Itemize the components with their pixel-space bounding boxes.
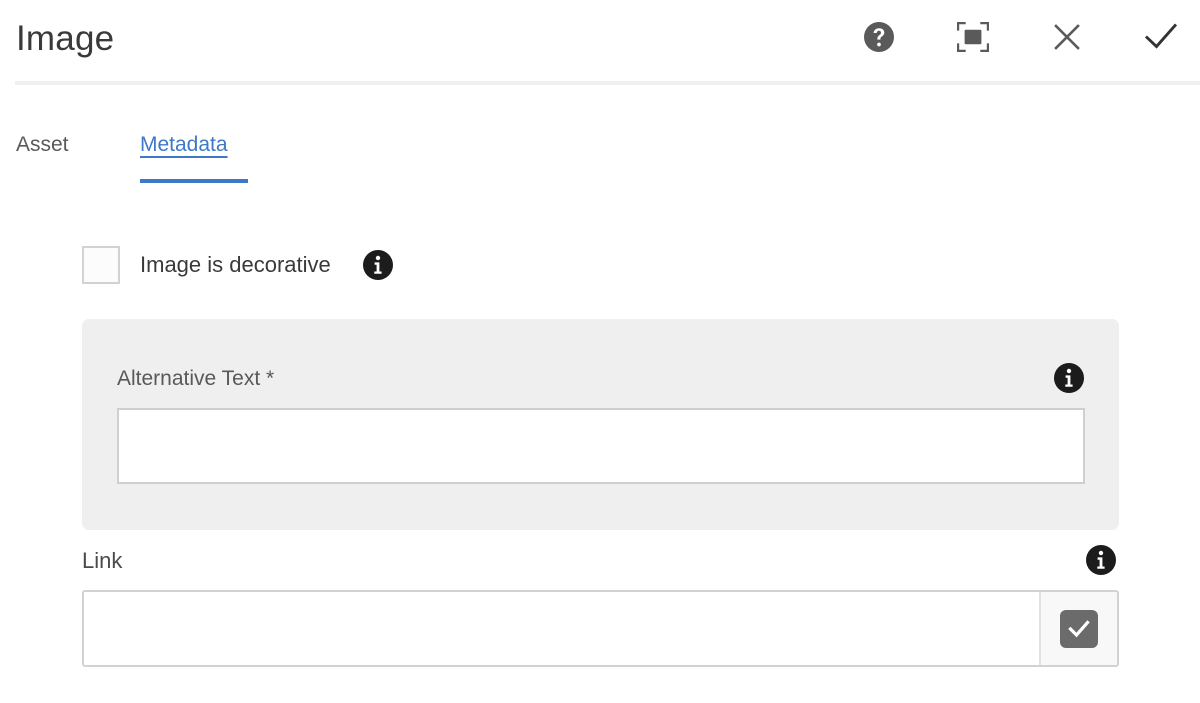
tab-asset[interactable]: Asset (16, 130, 69, 160)
link-label: Link (82, 548, 123, 573)
info-icon (362, 250, 393, 280)
help-icon (864, 21, 894, 55)
help-button[interactable] (860, 19, 898, 57)
info-icon (1054, 363, 1084, 393)
info-icon (1086, 545, 1116, 575)
link-confirm-button[interactable] (1039, 592, 1117, 665)
page-title: Image (16, 19, 115, 58)
alternative-text-input[interactable] (117, 408, 1085, 484)
alternative-text-panel: Alternative Text * (82, 319, 1119, 530)
image-decorative-info-button[interactable] (362, 250, 393, 280)
dialog-header: Image (0, 0, 1200, 85)
image-decorative-checkbox[interactable] (82, 246, 120, 284)
tab-active-indicator (140, 179, 248, 183)
link-input-wrapper (82, 590, 1119, 667)
close-button[interactable] (1048, 19, 1086, 57)
tab-bar: Asset Metadata (0, 130, 1200, 188)
header-divider (15, 81, 1200, 85)
check-icon (1144, 21, 1178, 56)
fullscreen-icon (956, 21, 990, 56)
close-icon (1051, 21, 1083, 56)
link-info-button[interactable] (1086, 545, 1116, 575)
link-input[interactable] (84, 592, 1039, 665)
header-actions (860, 13, 1180, 63)
alternative-text-info-button[interactable] (1054, 363, 1084, 393)
image-decorative-row: Image is decorative (82, 245, 393, 285)
confirm-button[interactable] (1142, 19, 1180, 57)
fullscreen-button[interactable] (954, 19, 992, 57)
tab-metadata[interactable]: Metadata (140, 130, 228, 160)
image-decorative-label: Image is decorative (140, 252, 331, 277)
alternative-text-label: Alternative Text * (117, 367, 275, 390)
check-icon (1060, 609, 1098, 648)
